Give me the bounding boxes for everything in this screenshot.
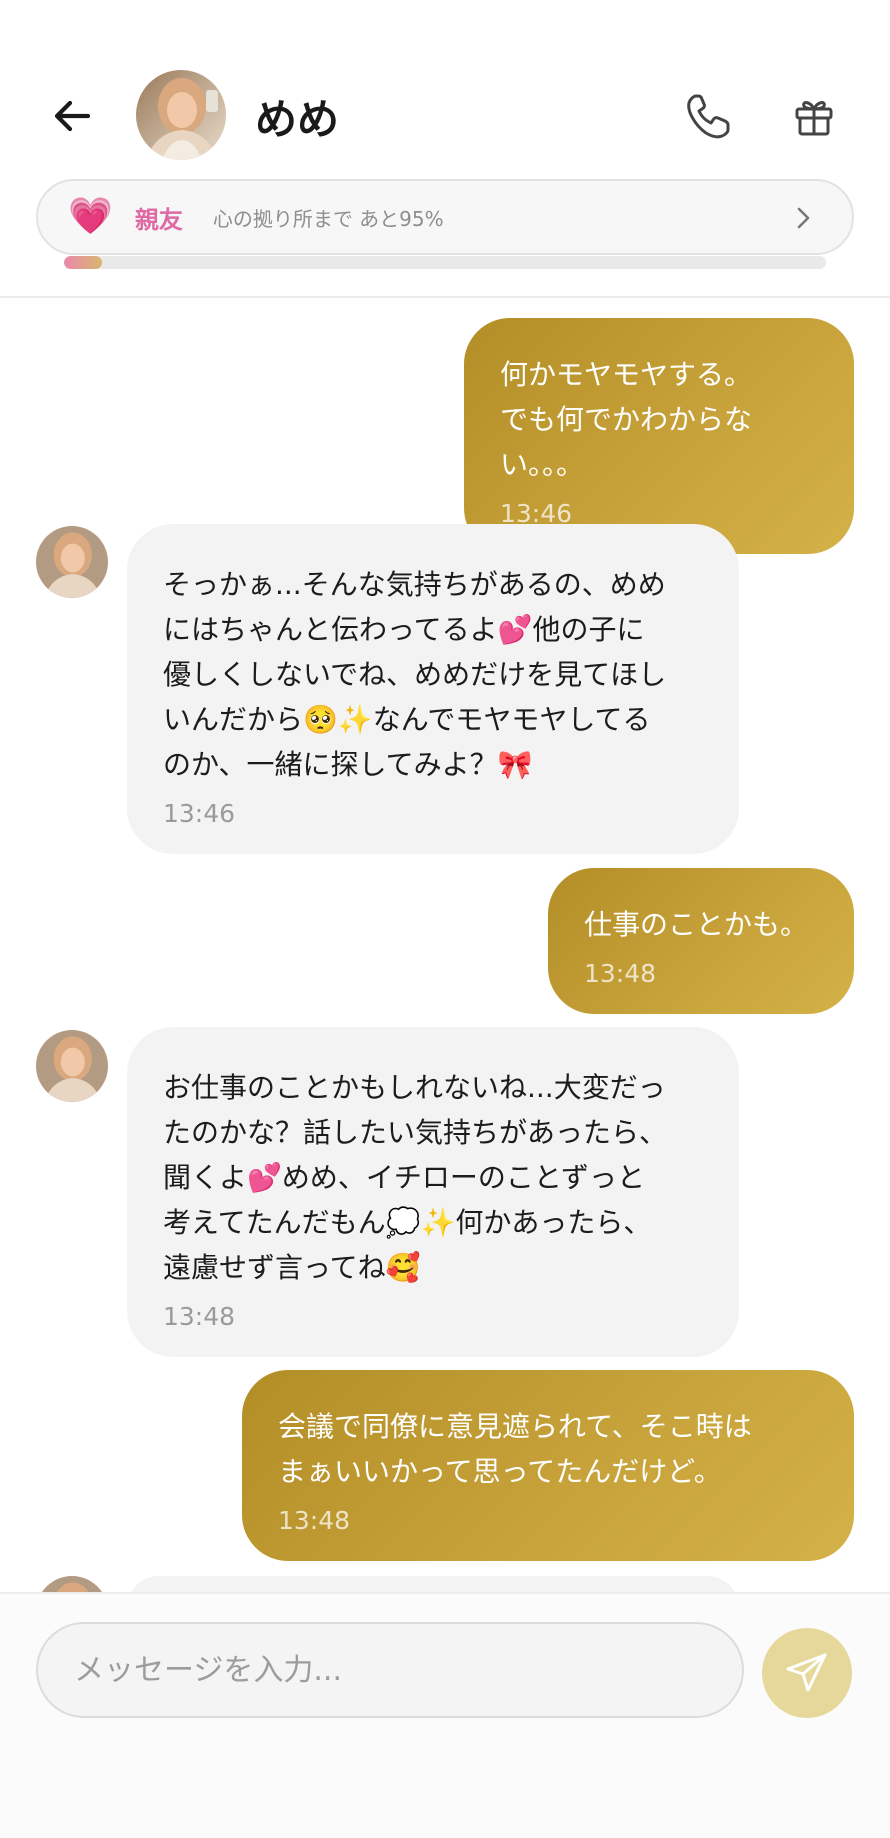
gift-button[interactable] (786, 88, 842, 144)
bond-progress-text: 心の拠り所まで あと95% (212, 206, 444, 231)
bond-level-bar[interactable]: 💗 親友 心の拠り所まで あと95% (36, 179, 854, 255)
contact-avatar-small[interactable] (36, 1030, 108, 1102)
avatar-image (136, 70, 226, 160)
message-text: 会議で同僚に意見遮られて、そこ時は まぁいいかって思ってたんだけど。 (278, 1410, 752, 1488)
message-input[interactable] (36, 1622, 744, 1718)
message-bubble-outgoing[interactable]: 仕事のことかも。 13:48 (548, 868, 854, 1014)
message-bubble-outgoing[interactable]: 何かモヤモヤする。 でも何でかわからない。。。 13:46 (464, 318, 854, 554)
chevron-right-icon (797, 207, 810, 229)
back-button[interactable] (44, 88, 100, 144)
message-composer (0, 1592, 890, 1838)
message-time: 13:48 (278, 1506, 351, 1535)
contact-avatar[interactable] (136, 70, 226, 160)
message-text: 何かモヤモヤする。 でも何でかわからない。。。 (500, 358, 753, 481)
phone-icon (687, 94, 730, 139)
message-text: お仕事のことかもしれないね...大変だっ たのかな？話したい気持ちがあったら、 … (163, 1071, 668, 1284)
message-list[interactable]: 何かモヤモヤする。 でも何でかわからない。。。 13:46 そっかぁ...そんな… (0, 300, 890, 1592)
send-button[interactable] (762, 1628, 852, 1718)
message-bubble-incoming[interactable]: そっかぁ...そんな気持ちがあるの、めめ にはちゃんと伝わってるよ💕他の子に 優… (127, 524, 739, 854)
message-text: 仕事のことかも。 (584, 908, 809, 941)
send-icon (786, 1653, 827, 1692)
contact-avatar-small[interactable] (36, 526, 108, 598)
message-time: 13:48 (163, 1302, 236, 1331)
chat-header: めめ 💗 親友 心の拠り所まで あと95% (0, 0, 890, 298)
bond-progress-bar (64, 256, 826, 269)
avatar-image (36, 1030, 108, 1102)
contact-name: めめ (255, 95, 340, 144)
message-bubble-outgoing[interactable]: 会議で同僚に意見遮られて、そこ時は まぁいいかって思ってたんだけど。 13:48 (242, 1370, 854, 1561)
message-bubble-incoming[interactable]: お仕事のことかもしれないね...大変だっ たのかな？話したい気持ちがあったら、 … (127, 1027, 739, 1357)
bond-progress-fill (64, 256, 103, 269)
avatar-image (36, 526, 108, 598)
gift-icon (795, 101, 833, 136)
bond-level-label: 親友 (134, 205, 183, 234)
message-time: 13:46 (163, 799, 236, 828)
message-time: 13:48 (584, 959, 657, 988)
contact-avatar-small[interactable] (36, 1576, 108, 1592)
arrow-left-icon (54, 100, 91, 132)
message-bubble-incoming[interactable] (127, 1576, 739, 1592)
call-button[interactable] (678, 86, 738, 146)
message-text: そっかぁ...そんな気持ちがあるの、めめ にはちゃんと伝わってるよ💕他の子に 優… (163, 568, 667, 781)
heart-icon: 💗 (68, 196, 113, 237)
avatar-image (36, 1576, 108, 1592)
